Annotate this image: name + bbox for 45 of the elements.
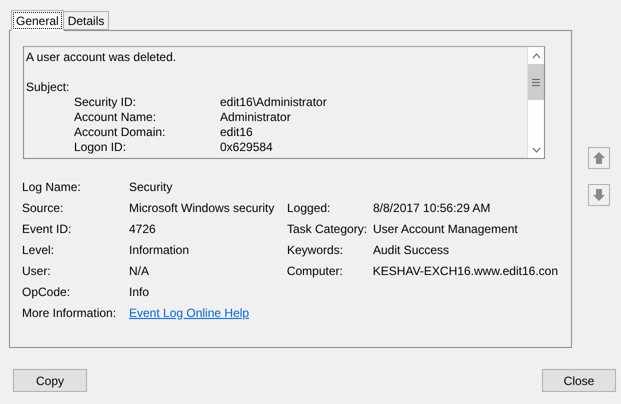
detail-value: KESHAV-EXCH16.www.edit16.con: [372, 262, 558, 280]
up-arrow-icon: [592, 151, 606, 165]
scroll-up-icon[interactable]: [532, 52, 540, 58]
scrollbar[interactable]: [527, 47, 544, 158]
detail-value: N/A: [128, 262, 150, 280]
field-label: Security ID:: [74, 95, 138, 110]
detail-label: Task Category:: [287, 220, 368, 238]
detail-value: 4726: [129, 220, 157, 238]
field-value: 0x629584: [220, 140, 273, 155]
detail-label: Level:: [22, 242, 56, 258]
detail-label: Source:: [22, 200, 64, 216]
tab[interactable]: General: [11, 10, 64, 31]
detail-label: Keywords:: [287, 242, 344, 258]
dialog-button[interactable]: Close: [542, 369, 616, 392]
scroll-down-icon[interactable]: [532, 146, 540, 152]
detail-label: Event ID:: [22, 220, 72, 238]
detail-value: 8/8/2017 10:56:29 AM: [373, 200, 490, 216]
detail-label: More Information:: [22, 304, 118, 322]
field-label: Account Name:: [74, 110, 158, 125]
tab[interactable]: Details: [64, 11, 110, 30]
section-heading: Subject:: [26, 80, 70, 95]
help-link[interactable]: Event Log Online Help: [129, 304, 250, 322]
down-arrow-icon: [592, 188, 606, 202]
next-event-button[interactable]: [588, 184, 610, 206]
field-label: Account Domain:: [74, 125, 166, 140]
dialog-button[interactable]: Copy: [13, 369, 87, 392]
grip-icon: [532, 78, 540, 86]
detail-value: Info: [129, 284, 150, 300]
detail-value: User Account Management: [373, 220, 518, 238]
description-text: A user account was deleted.: [26, 50, 178, 65]
field-value: edit16: [220, 125, 253, 140]
detail-value: Information: [129, 242, 190, 258]
field-label: Logon ID:: [74, 140, 128, 155]
detail-label: Logged:: [287, 200, 332, 216]
detail-label: Computer:: [286, 262, 344, 280]
detail-label: OpCode:: [22, 284, 72, 300]
detail-label: Log Name:: [22, 178, 82, 196]
field-value: edit16\Administrator: [220, 95, 327, 110]
scrollbar-thumb[interactable]: [528, 64, 544, 100]
detail-label: User:: [22, 262, 52, 280]
detail-value: Security: [129, 178, 174, 196]
field-value: Administrator: [220, 110, 291, 125]
detail-value: Microsoft Windows security: [129, 200, 276, 216]
detail-value: Audit Success: [373, 242, 450, 258]
previous-event-button[interactable]: [588, 147, 610, 169]
